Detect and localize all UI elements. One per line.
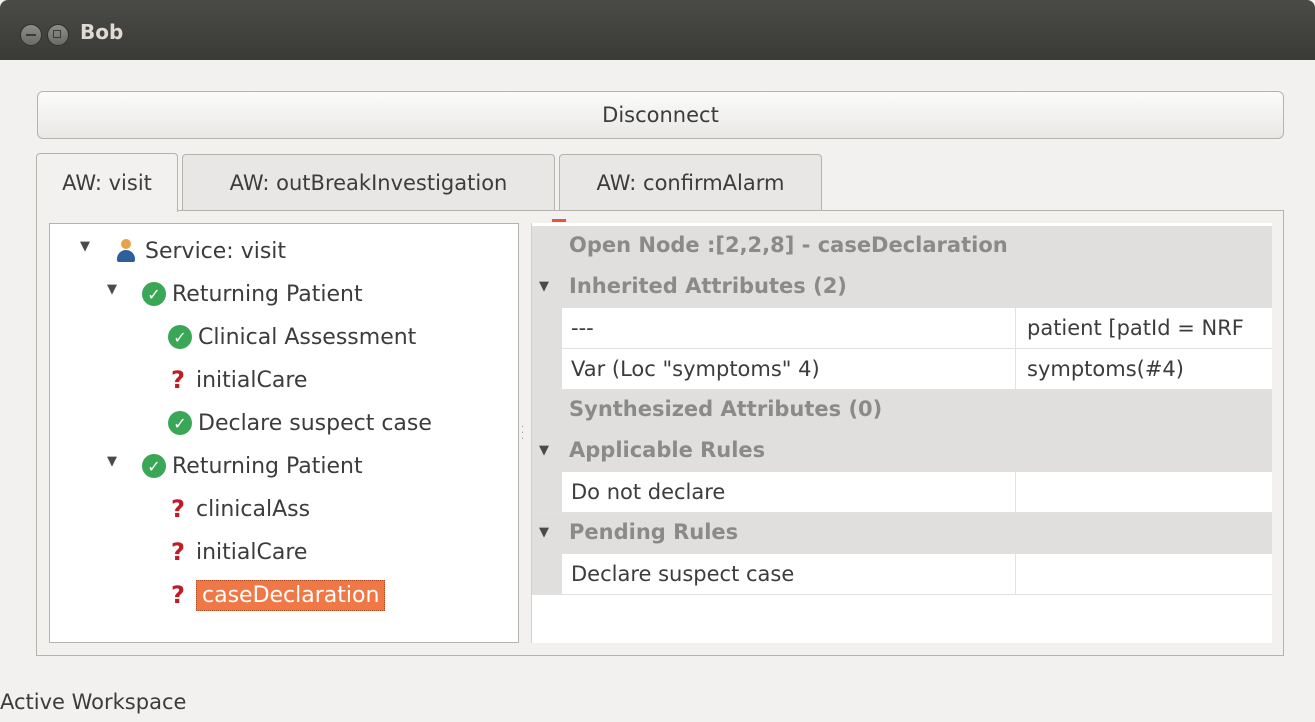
tree-item[interactable]: ✓ Clinical Assessment <box>168 318 416 356</box>
tree-item-label: Service: visit <box>145 238 287 264</box>
expander-arrow-icon[interactable]: ▼ <box>539 525 549 540</box>
attribute-key: --- <box>571 316 594 340</box>
tree-item-service[interactable]: Service: visit <box>115 232 286 270</box>
expander-arrow-icon[interactable]: ▼ <box>107 282 117 297</box>
section-label: Applicable Rules <box>569 438 766 462</box>
check-icon: ✓ <box>142 282 166 306</box>
question-icon: ? <box>171 495 185 523</box>
check-icon: ✓ <box>168 411 192 435</box>
attribute-value: patient [patId = NRF <box>1027 316 1244 340</box>
question-icon: ? <box>171 538 185 566</box>
person-icon <box>115 239 137 263</box>
minimize-button[interactable] <box>20 24 42 46</box>
tree-item-label: Declare suspect case <box>198 410 432 436</box>
question-icon: ? <box>171 366 185 394</box>
tree-item-label: initialCare <box>196 539 308 565</box>
section-label: Inherited Attributes (2) <box>569 274 847 298</box>
attribute-key: Var (Loc "symptoms" 4) <box>571 357 820 381</box>
expander-arrow-icon[interactable]: ▼ <box>80 239 90 254</box>
synthesized-attributes-header[interactable]: Synthesized Attributes (0) <box>532 390 1272 431</box>
tree-item[interactable]: ? initialCare <box>168 533 307 571</box>
table-row[interactable]: Do not declare <box>532 472 1272 513</box>
tree-item[interactable]: ✓ Returning Patient <box>142 447 363 485</box>
open-node-header: Open Node :[2,2,8] - caseDeclaration <box>532 226 1272 267</box>
status-label: Active Workspace <box>0 690 187 714</box>
rule-name: Declare suspect case <box>571 562 795 586</box>
maximize-button[interactable] <box>47 24 69 46</box>
question-icon: ? <box>171 581 185 609</box>
attribute-value: symptoms(#4) <box>1027 357 1184 381</box>
tab-visit[interactable]: AW: visit <box>36 153 178 212</box>
disconnect-button[interactable]: Disconnect <box>37 91 1284 139</box>
table-row[interactable]: Var (Loc "symptoms" 4) symptoms(#4) <box>532 349 1272 390</box>
tree-item[interactable]: ? initialCare <box>168 361 307 399</box>
window-title: Bob <box>80 20 124 44</box>
open-node-label: Open Node :[2,2,8] - caseDeclaration <box>569 233 1008 257</box>
tab-confirm-alarm[interactable]: AW: confirmAlarm <box>559 154 822 210</box>
tab-outbreak-investigation[interactable]: AW: outBreakInvestigation <box>182 154 555 210</box>
tree-item-label: initialCare <box>196 367 308 393</box>
check-icon: ✓ <box>168 325 192 349</box>
tree-item-label: clinicalAss <box>196 496 311 522</box>
table-row[interactable]: --- patient [patId = NRF <box>532 308 1272 349</box>
workspace-tree[interactable]: ▼ Service: visit ▼ ✓ Returning Patient ✓… <box>49 223 519 643</box>
tree-item[interactable]: ✓ Declare suspect case <box>168 404 432 442</box>
attributes-table[interactable]: Open Node :[2,2,8] - caseDeclaration ▼ I… <box>531 223 1272 643</box>
table-row[interactable]: Declare suspect case <box>532 554 1272 595</box>
tree-item[interactable]: ? clinicalAss <box>168 490 310 528</box>
resize-marker <box>552 219 566 222</box>
expander-arrow-icon[interactable]: ▼ <box>107 454 117 469</box>
tree-item-label: Returning Patient <box>172 281 363 307</box>
tree-item-label: Clinical Assessment <box>198 324 417 350</box>
expander-arrow-icon[interactable]: ▼ <box>539 443 549 458</box>
tree-item-label: caseDeclaration <box>196 579 386 611</box>
tree-item[interactable]: ✓ Returning Patient <box>142 275 363 313</box>
tree-item-selected[interactable]: ? caseDeclaration <box>168 576 386 614</box>
pending-rules-header[interactable]: ▼ Pending Rules <box>532 513 1272 554</box>
section-label: Pending Rules <box>569 520 739 544</box>
rule-name: Do not declare <box>571 480 726 504</box>
pane-splitter-handle[interactable]: · · · <box>521 423 525 445</box>
applicable-rules-header[interactable]: ▼ Applicable Rules <box>532 431 1272 472</box>
check-icon: ✓ <box>142 454 166 478</box>
expander-arrow-icon[interactable]: ▼ <box>539 279 549 294</box>
tree-item-label: Returning Patient <box>172 453 363 479</box>
inherited-attributes-header[interactable]: ▼ Inherited Attributes (2) <box>532 267 1272 308</box>
window-titlebar: Bob <box>0 0 1315 60</box>
section-label: Synthesized Attributes (0) <box>569 397 883 421</box>
